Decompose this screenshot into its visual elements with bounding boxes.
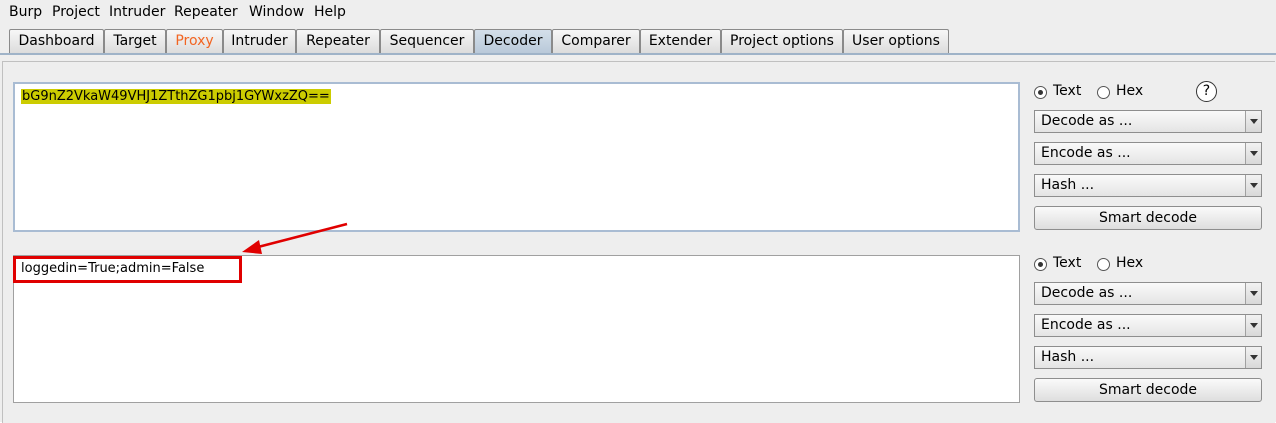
decode-as-label-2: Decode as ... bbox=[1041, 285, 1133, 301]
tab-user-options[interactable]: User options bbox=[843, 29, 949, 53]
chevron-down-icon bbox=[1245, 143, 1261, 164]
smart-decode-button-1[interactable]: Smart decode bbox=[1034, 206, 1262, 230]
chevron-down-icon bbox=[1245, 283, 1261, 304]
text-radio-label-2: Text bbox=[1053, 255, 1082, 271]
menu-project[interactable]: Project bbox=[52, 4, 100, 20]
hash-label-2: Hash ... bbox=[1041, 349, 1095, 365]
menu-bar: Burp Project Intruder Repeater Window He… bbox=[0, 0, 1276, 24]
menu-intruder[interactable]: Intruder bbox=[109, 4, 165, 20]
hex-radio-1[interactable] bbox=[1097, 86, 1110, 99]
tab-comparer[interactable]: Comparer bbox=[552, 29, 640, 53]
text-radio-label-1: Text bbox=[1053, 83, 1082, 99]
tab-project-options[interactable]: Project options bbox=[721, 29, 843, 53]
encode-as-select-1[interactable]: Encode as ... bbox=[1034, 142, 1262, 165]
question-mark-circle-icon[interactable]: ? bbox=[1196, 81, 1217, 102]
smart-decode-button-2[interactable]: Smart decode bbox=[1034, 378, 1262, 402]
decode-as-label-1: Decode as ... bbox=[1041, 113, 1133, 129]
hash-select-1[interactable]: Hash ... bbox=[1034, 174, 1262, 197]
chevron-down-icon bbox=[1245, 347, 1261, 368]
tab-repeater[interactable]: Repeater bbox=[296, 29, 380, 53]
decode-as-select-2[interactable]: Decode as ... bbox=[1034, 282, 1262, 305]
tab-extender[interactable]: Extender bbox=[640, 29, 721, 53]
text-radio-2[interactable] bbox=[1034, 258, 1047, 271]
hex-radio-label-2: Hex bbox=[1116, 255, 1144, 271]
tab-proxy[interactable]: Proxy bbox=[166, 29, 223, 53]
chevron-down-icon bbox=[1245, 111, 1261, 132]
menu-repeater[interactable]: Repeater bbox=[174, 4, 238, 20]
encode-as-select-2[interactable]: Encode as ... bbox=[1034, 314, 1262, 337]
chevron-down-icon bbox=[1245, 175, 1261, 196]
hash-label-1: Hash ... bbox=[1041, 177, 1095, 193]
encode-as-label-1: Encode as ... bbox=[1041, 145, 1131, 161]
tab-underline bbox=[0, 53, 1276, 55]
tab-strip: Dashboard Target Proxy Intruder Repeater… bbox=[0, 24, 1276, 56]
tab-target[interactable]: Target bbox=[104, 29, 166, 53]
tab-dashboard[interactable]: Dashboard bbox=[9, 29, 104, 53]
tab-decoder[interactable]: Decoder bbox=[474, 29, 552, 53]
encoded-input-area[interactable] bbox=[13, 82, 1020, 232]
encoded-input-text: bG9nZ2VkaW49VHJ1ZTthZG1pbj1GYWxzZQ== bbox=[21, 89, 331, 104]
decode-as-select-1[interactable]: Decode as ... bbox=[1034, 110, 1262, 133]
annotation-highlight-box bbox=[13, 256, 242, 283]
tab-intruder[interactable]: Intruder bbox=[223, 29, 296, 53]
hash-select-2[interactable]: Hash ... bbox=[1034, 346, 1262, 369]
encode-as-label-2: Encode as ... bbox=[1041, 317, 1131, 333]
menu-help[interactable]: Help bbox=[314, 4, 346, 20]
menu-burp[interactable]: Burp bbox=[9, 4, 42, 20]
tab-sequencer[interactable]: Sequencer bbox=[380, 29, 474, 53]
hex-radio-2[interactable] bbox=[1097, 258, 1110, 271]
chevron-down-icon bbox=[1245, 315, 1261, 336]
text-radio-1[interactable] bbox=[1034, 86, 1047, 99]
menu-window[interactable]: Window bbox=[249, 4, 304, 20]
hex-radio-label-1: Hex bbox=[1116, 83, 1144, 99]
